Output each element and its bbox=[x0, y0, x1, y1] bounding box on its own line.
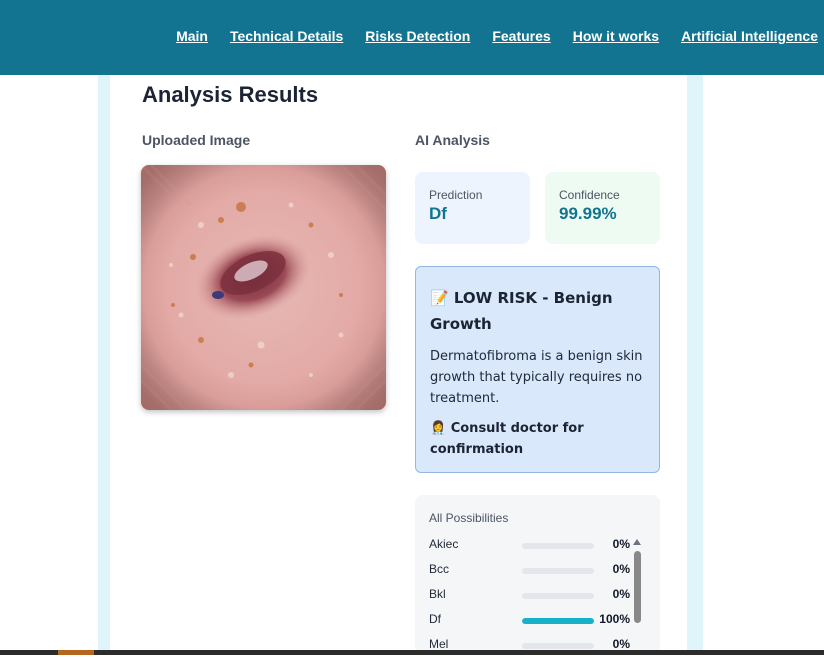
taskbar-strip bbox=[0, 650, 824, 655]
possibility-row: Bcc 0% bbox=[429, 562, 634, 582]
probability-bar bbox=[522, 543, 594, 549]
probability-bar bbox=[522, 568, 594, 574]
possibilities-title: All Possibilities bbox=[429, 511, 509, 525]
possibility-percent: 0% bbox=[612, 562, 630, 576]
probability-bar bbox=[522, 643, 594, 649]
possibility-percent: 0% bbox=[612, 537, 630, 551]
possibility-percent: 100% bbox=[599, 612, 630, 626]
scrollbar-thumb[interactable] bbox=[634, 551, 641, 623]
scroll-up-arrow-icon[interactable] bbox=[633, 539, 641, 545]
uploaded-image-label: Uploaded Image bbox=[142, 132, 251, 148]
probability-bar-fill bbox=[522, 618, 594, 624]
possibility-name: Bkl bbox=[429, 587, 446, 601]
possibility-name: Bcc bbox=[429, 562, 450, 576]
risk-description: Dermatofibroma is a benign skin growth t… bbox=[430, 349, 643, 406]
possibility-name: Akiec bbox=[429, 537, 459, 551]
risk-title: 📝 LOW RISK - Benign Growth bbox=[430, 289, 613, 333]
top-navbar: Main Technical Details Risks Detection F… bbox=[0, 0, 824, 75]
nav-link-technical-details[interactable]: Technical Details bbox=[230, 28, 343, 44]
uploaded-skin-image bbox=[141, 165, 386, 410]
nav-link-how-it-works[interactable]: How it works bbox=[573, 28, 659, 44]
page-title: Analysis Results bbox=[142, 82, 319, 107]
consult-doctor-note: 👩‍⚕️ Consult doctor for confirmation bbox=[430, 421, 584, 457]
possibility-row: Akiec 0% bbox=[429, 537, 634, 557]
confidence-value: 99.99% bbox=[559, 204, 617, 223]
nav-links: Main Technical Details Risks Detection F… bbox=[176, 28, 818, 44]
nav-link-artificial-intelligence[interactable]: Artificial Intelligence bbox=[681, 28, 818, 44]
confidence-label: Confidence bbox=[559, 188, 620, 202]
nav-link-main[interactable]: Main bbox=[176, 28, 208, 44]
all-possibilities-panel: All Possibilities Akiec 0% Bcc 0% Bkl 0%… bbox=[415, 495, 660, 655]
probability-bar bbox=[522, 593, 594, 599]
possibility-name: Mel bbox=[429, 637, 449, 651]
possibility-percent: 0% bbox=[612, 587, 630, 601]
possibility-percent: 0% bbox=[612, 637, 630, 651]
probability-bar bbox=[522, 618, 594, 624]
possibility-row: Df 100% bbox=[429, 612, 634, 632]
prediction-value: Df bbox=[429, 204, 447, 223]
ai-analysis-label: AI Analysis bbox=[415, 132, 490, 148]
prediction-box: Prediction Df bbox=[415, 172, 530, 244]
nav-link-risks-detection[interactable]: Risks Detection bbox=[365, 28, 470, 44]
possibility-row: Bkl 0% bbox=[429, 587, 634, 607]
confidence-box: Confidence 99.99% bbox=[545, 172, 660, 244]
prediction-label: Prediction bbox=[429, 188, 483, 202]
nav-link-features[interactable]: Features bbox=[492, 28, 550, 44]
taskbar-accent bbox=[58, 650, 94, 655]
possibility-name: Df bbox=[429, 612, 441, 626]
risk-assessment-box: 📝 LOW RISK - Benign Growth Dermatofibrom… bbox=[415, 266, 660, 473]
